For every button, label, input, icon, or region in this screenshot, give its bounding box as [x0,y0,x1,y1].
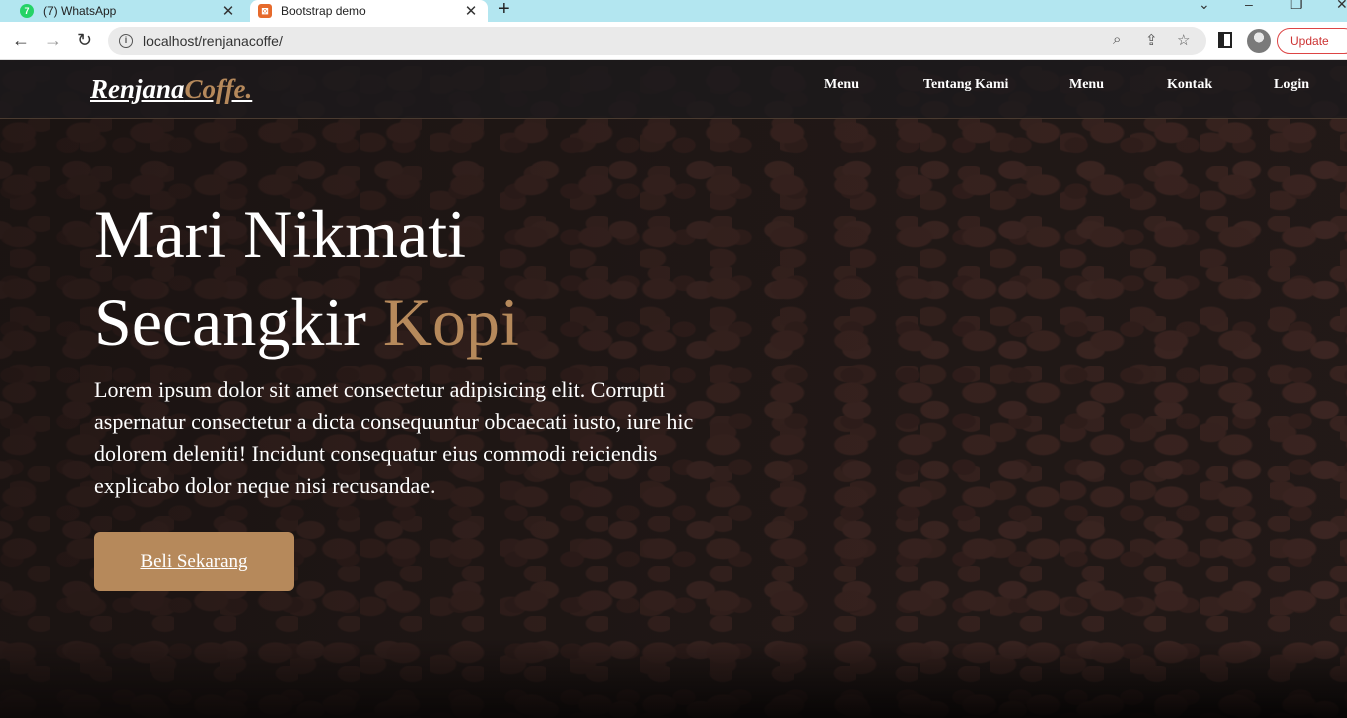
site-info-icon[interactable]: i [119,34,133,48]
tab-title: (7) WhatsApp [43,4,117,18]
page-content: RenjanaCoffe. Menu Tentang Kami Menu Kon… [0,60,1347,718]
minimize-icon[interactable]: – [1245,0,1253,12]
whatsapp-icon: 7 [20,4,34,18]
tab-title: Bootstrap demo [281,4,366,18]
browser-tab-strip: 7 (7) WhatsApp ✕ ⊠ Bootstrap demo ✕ + ⌄ … [0,0,1347,22]
bookmark-star-icon[interactable]: ☆ [1177,31,1190,49]
hero-lead-text: Lorem ipsum dolor sit amet consectetur a… [94,377,694,498]
site-logo[interactable]: RenjanaCoffe. [90,74,252,105]
headline-accent: Kopi [382,284,519,360]
nav-tentang-kami[interactable]: Tentang Kami [923,77,1008,93]
nav-menu[interactable]: Menu [824,77,859,93]
close-icon[interactable]: ✕ [219,2,237,20]
hero-headline: Mari Nikmati Secangkir Kopi [94,190,519,366]
side-panel-icon[interactable] [1218,32,1232,48]
profile-avatar[interactable] [1247,29,1271,53]
logo-brand: Renjana [90,74,185,104]
headline-line-2: Secangkir [94,284,366,360]
reload-icon[interactable]: ↻ [77,30,92,50]
tab-search-chevron-icon[interactable]: ⌄ [1198,0,1210,13]
back-icon[interactable]: ← [12,30,30,50]
update-button[interactable]: Update [1277,28,1347,54]
xampp-icon: ⊠ [258,4,272,18]
beli-sekarang-button[interactable]: Beli Sekarang [94,532,294,591]
share-icon[interactable]: ⇪ [1145,31,1158,49]
new-tab-button[interactable]: + [498,0,510,21]
nav-kontak[interactable]: Kontak [1167,77,1212,93]
zoom-icon[interactable]: ⌕ [1113,31,1121,48]
nav-menu-2[interactable]: Menu [1069,77,1104,93]
close-icon[interactable]: ✕ [462,2,480,20]
url-text[interactable]: localhost/renjanacoffe/ [143,33,283,49]
browser-toolbar: ← → ↻ i localhost/renjanacoffe/ ⌕ ⇪ ☆ Up… [0,22,1347,60]
logo-accent: Coffe. [184,74,253,104]
site-navbar: RenjanaCoffe. Menu Tentang Kami Menu Kon… [0,60,1347,119]
headline-line-1: Mari Nikmati [94,196,467,272]
restore-icon[interactable]: ❐ [1290,0,1303,13]
forward-icon[interactable]: → [44,30,62,50]
window-close-icon[interactable]: ✕ [1336,0,1347,13]
tab-bootstrap-demo[interactable]: ⊠ Bootstrap demo ✕ [250,0,488,22]
tab-whatsapp[interactable]: 7 (7) WhatsApp ✕ [0,0,245,22]
address-bar[interactable]: i localhost/renjanacoffe/ ⌕ ⇪ ☆ [108,27,1206,55]
nav-login[interactable]: Login [1274,77,1309,93]
